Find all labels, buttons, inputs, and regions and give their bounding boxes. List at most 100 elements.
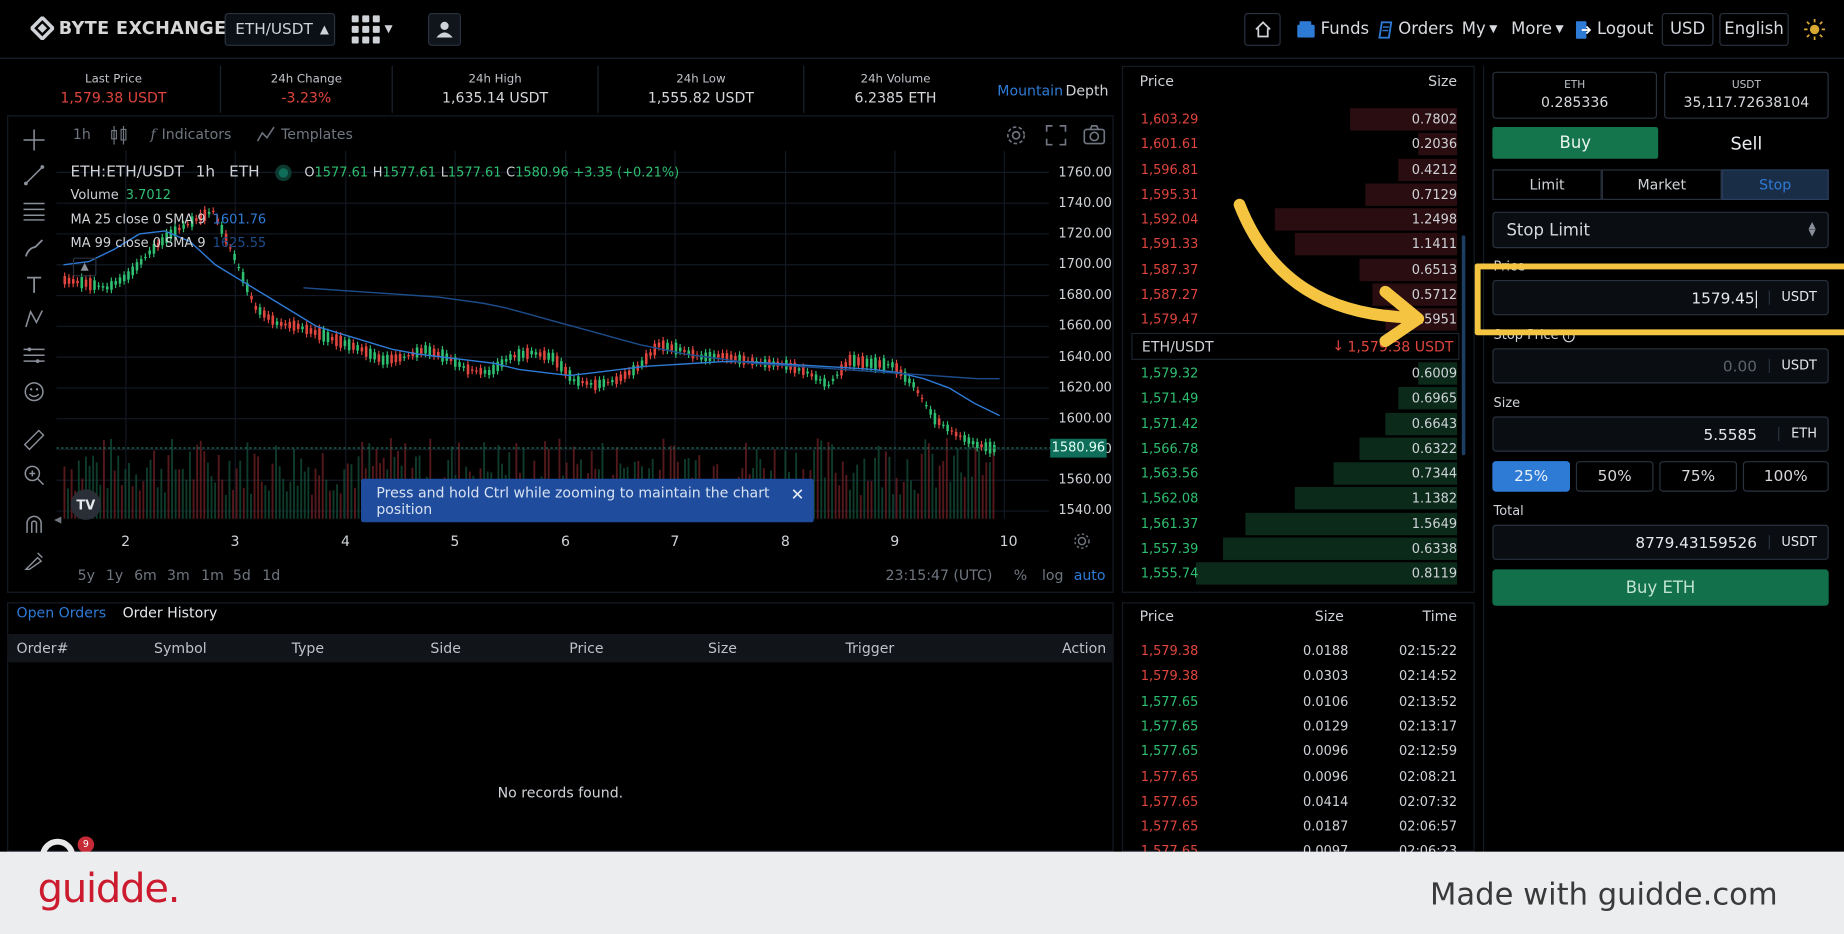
language-button[interactable]: English: [1719, 12, 1789, 46]
logout-link[interactable]: Logout: [1575, 20, 1653, 39]
range-option[interactable]: 5d: [233, 567, 251, 583]
trend-line-icon[interactable]: [23, 165, 45, 186]
nav-funds[interactable]: Funds: [1297, 20, 1369, 39]
apps-menu-button[interactable]: ▼: [351, 14, 399, 45]
range-option[interactable]: 5y: [78, 567, 95, 583]
zoom-in-icon[interactable]: [24, 465, 45, 486]
log-scale-toggle[interactable]: log: [1042, 567, 1064, 583]
volume-bar: [935, 487, 937, 519]
volume-bar: [314, 468, 317, 519]
collapse-legend-button[interactable]: ▲: [72, 257, 97, 277]
pattern-icon[interactable]: [24, 308, 45, 329]
order-book-row[interactable]: 1,555.74 0.8119: [1131, 561, 1458, 586]
auto-scale-toggle[interactable]: auto: [1074, 567, 1106, 583]
brush-icon[interactable]: [24, 238, 45, 259]
ruler-icon[interactable]: [23, 429, 45, 451]
theme-sun-icon[interactable]: [1804, 18, 1826, 40]
candle-body: [237, 267, 241, 269]
order-book-row[interactable]: 1,603.29 0.7802: [1131, 107, 1458, 132]
pair-selector[interactable]: ETH/USDT ▲: [224, 12, 336, 46]
candle-body: [118, 277, 122, 284]
camera-icon[interactable]: [1083, 125, 1106, 145]
percent-scale-toggle[interactable]: %: [1014, 567, 1027, 583]
range-option[interactable]: 3m: [167, 567, 190, 583]
forecast-icon[interactable]: [23, 345, 45, 366]
stop-type-select[interactable]: Stop Limit ▲ ▼: [1492, 211, 1829, 249]
fib-lines-icon[interactable]: [23, 200, 45, 221]
order-book-row[interactable]: 1,561.37 1.5649: [1131, 511, 1458, 536]
order-type-limit[interactable]: Limit: [1492, 169, 1602, 200]
size-percent-25[interactable]: 25%: [1492, 461, 1570, 492]
crosshair-icon[interactable]: [23, 129, 45, 151]
order-book-row[interactable]: 1,579.32 0.6009: [1131, 361, 1458, 386]
buy-tab[interactable]: Buy: [1492, 127, 1659, 159]
total-input[interactable]: 8779.43159526 USDT: [1492, 524, 1829, 560]
trade-row: 1,577.65 0.0096 02:12:59: [1131, 739, 1457, 764]
price-chart[interactable]: [56, 150, 1052, 530]
range-option[interactable]: 1d: [262, 567, 280, 583]
emoji-icon[interactable]: [24, 381, 45, 402]
volume-bar: [838, 485, 841, 519]
volume-bar: [135, 474, 138, 519]
size-input[interactable]: 5.5585 ETH: [1492, 416, 1829, 452]
tab-open-orders[interactable]: Open Orders: [16, 605, 106, 629]
magnet-icon[interactable]: [24, 514, 45, 535]
timezone-settings-icon[interactable]: [1074, 533, 1090, 549]
settings-gear-icon[interactable]: [1005, 125, 1026, 146]
lock-drawing-icon[interactable]: [24, 551, 45, 572]
tradingview-logo[interactable]: TV: [70, 489, 102, 520]
total-label: Total: [1493, 503, 1524, 519]
currency-button[interactable]: USD: [1661, 12, 1714, 46]
candle-body: [971, 441, 975, 445]
logo[interactable]: BYTE EXCHANGE: [30, 16, 227, 40]
text-tool-icon[interactable]: [24, 274, 45, 295]
templates-button[interactable]: Templates: [256, 126, 353, 142]
sell-tab[interactable]: Sell: [1664, 127, 1829, 159]
nav-more-menu[interactable]: More ▼: [1511, 20, 1563, 39]
range-option[interactable]: 1y: [106, 567, 123, 583]
candle-style-button[interactable]: [111, 125, 127, 145]
volume-bar: [992, 447, 995, 519]
indicators-button[interactable]: f Indicators: [151, 126, 232, 142]
candle-body: [738, 354, 741, 364]
size-percent-100[interactable]: 100%: [1742, 461, 1829, 492]
fullscreen-icon[interactable]: [1045, 125, 1067, 146]
order-book-row[interactable]: 1,566.78 0.6322: [1131, 436, 1458, 461]
range-option[interactable]: 1m: [201, 567, 224, 583]
candle-body: [394, 354, 398, 363]
candle-body: [504, 358, 508, 362]
user-button[interactable]: [428, 12, 461, 46]
tab-order-history[interactable]: Order History: [123, 605, 218, 629]
mountain-view-tab[interactable]: Mountain: [997, 82, 1063, 98]
volume-bar: [196, 444, 199, 519]
interval-button[interactable]: 1h: [73, 126, 91, 142]
order-book-row[interactable]: 1,562.08 1.1382: [1131, 486, 1458, 511]
order-book-row[interactable]: 1,596.81 0.4212: [1131, 157, 1458, 182]
home-button[interactable]: [1244, 12, 1281, 46]
candle-body: [878, 360, 882, 368]
volume-bar: [257, 456, 260, 519]
size-percent-75[interactable]: 75%: [1659, 461, 1737, 492]
order-book-row[interactable]: 1,571.49 0.6965: [1131, 386, 1458, 411]
bid-price: 1,579.32: [1140, 365, 1199, 382]
stop-price-input[interactable]: 0.00 USDT: [1492, 348, 1829, 384]
order-type-stop[interactable]: Stop: [1721, 169, 1829, 200]
candle-body: [882, 358, 886, 371]
guidde-brand-logo[interactable]: guidde.: [38, 866, 181, 913]
depth-view-tab[interactable]: Depth: [1065, 82, 1108, 98]
close-icon[interactable]: ✕: [791, 486, 805, 505]
order-book-row[interactable]: 1,557.39 0.6338: [1131, 536, 1458, 561]
buy-eth-button[interactable]: Buy ETH: [1492, 569, 1829, 606]
guidde-avatar-badge[interactable]: 9: [39, 836, 96, 853]
range-option[interactable]: 6m: [134, 567, 157, 583]
candle-body: [105, 286, 109, 290]
size-percent-50[interactable]: 50%: [1575, 461, 1654, 492]
order-book-row[interactable]: 1,601.61 0.2036: [1131, 132, 1458, 157]
volume-bar: [307, 467, 310, 519]
order-type-market[interactable]: Market: [1601, 169, 1722, 200]
candle-body: [564, 366, 567, 375]
order-book-row[interactable]: 1,571.42 0.6643: [1131, 411, 1458, 436]
order-book-row[interactable]: 1,563.56 0.7344: [1131, 461, 1458, 486]
nav-my-menu[interactable]: My ▼: [1462, 20, 1498, 39]
nav-orders[interactable]: Orders: [1378, 20, 1454, 39]
